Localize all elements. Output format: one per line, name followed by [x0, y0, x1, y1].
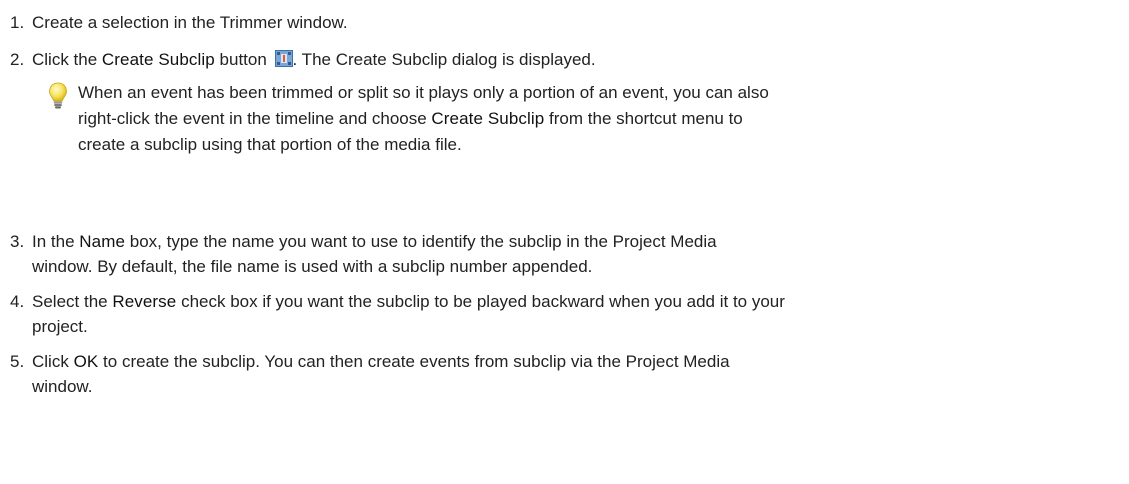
step-number: 3.: [10, 232, 25, 251]
tip-line-2: right-click the event in the timeline an…: [78, 106, 1078, 132]
ui-term-create-subclip: Create Subclip: [431, 109, 545, 128]
ui-term-reverse: Reverse: [112, 292, 177, 311]
ui-term-create-subclip: Create Subclip: [101, 50, 215, 69]
step-number: 1.: [10, 13, 25, 32]
step-4: 4. Select the Reverse check box if you wa…: [10, 289, 785, 339]
step-5: 5. Click OK to create the subclip. You ca…: [10, 349, 730, 399]
tip-text-post: from the shortcut menu to: [544, 109, 743, 128]
step-number: 5.: [10, 352, 25, 371]
ui-term-ok: OK: [73, 352, 99, 371]
step-text-post: . The Create Subclip dialog is displayed…: [292, 50, 596, 69]
step-continuation: window.: [32, 377, 93, 396]
step-2: 2. Click the Create Subclip button . The …: [10, 47, 596, 72]
step-text: Create a selection in the Trimmer window…: [32, 13, 348, 32]
tip-line-3: create a subclip using that portion of t…: [78, 135, 462, 154]
step-text-pre: In the: [32, 232, 80, 251]
step-1: 1. Create a selection in the Trimmer wind…: [10, 10, 348, 35]
tip-note: When an event has been trimmed or split …: [49, 80, 1078, 158]
step-3: 3. In the Name box, type the name you wan…: [10, 229, 717, 279]
step-text-post: to create the subclip. You can then crea…: [98, 352, 730, 371]
step-text-pre: Click the: [32, 50, 102, 69]
step-text-post: box, type the name you want to use to id…: [125, 232, 717, 251]
step-number: 4.: [10, 292, 25, 311]
step-continuation: window. By default, the file name is use…: [32, 257, 593, 276]
step-text-post: check box if you want the subclip to be …: [176, 292, 785, 311]
step-text-mid: button: [214, 50, 272, 69]
step-continuation: project.: [32, 317, 88, 336]
tip-line-1: When an event has been trimmed or split …: [78, 83, 769, 102]
step-text-pre: Click: [32, 352, 74, 371]
step-number: 2.: [10, 50, 25, 69]
tip-text-pre: right-click the event in the timeline an…: [78, 109, 432, 128]
ui-term-name: Name: [79, 232, 126, 251]
lightbulb-icon: [48, 82, 68, 112]
step-text-pre: Select the: [32, 292, 113, 311]
create-subclip-icon: [274, 49, 293, 67]
